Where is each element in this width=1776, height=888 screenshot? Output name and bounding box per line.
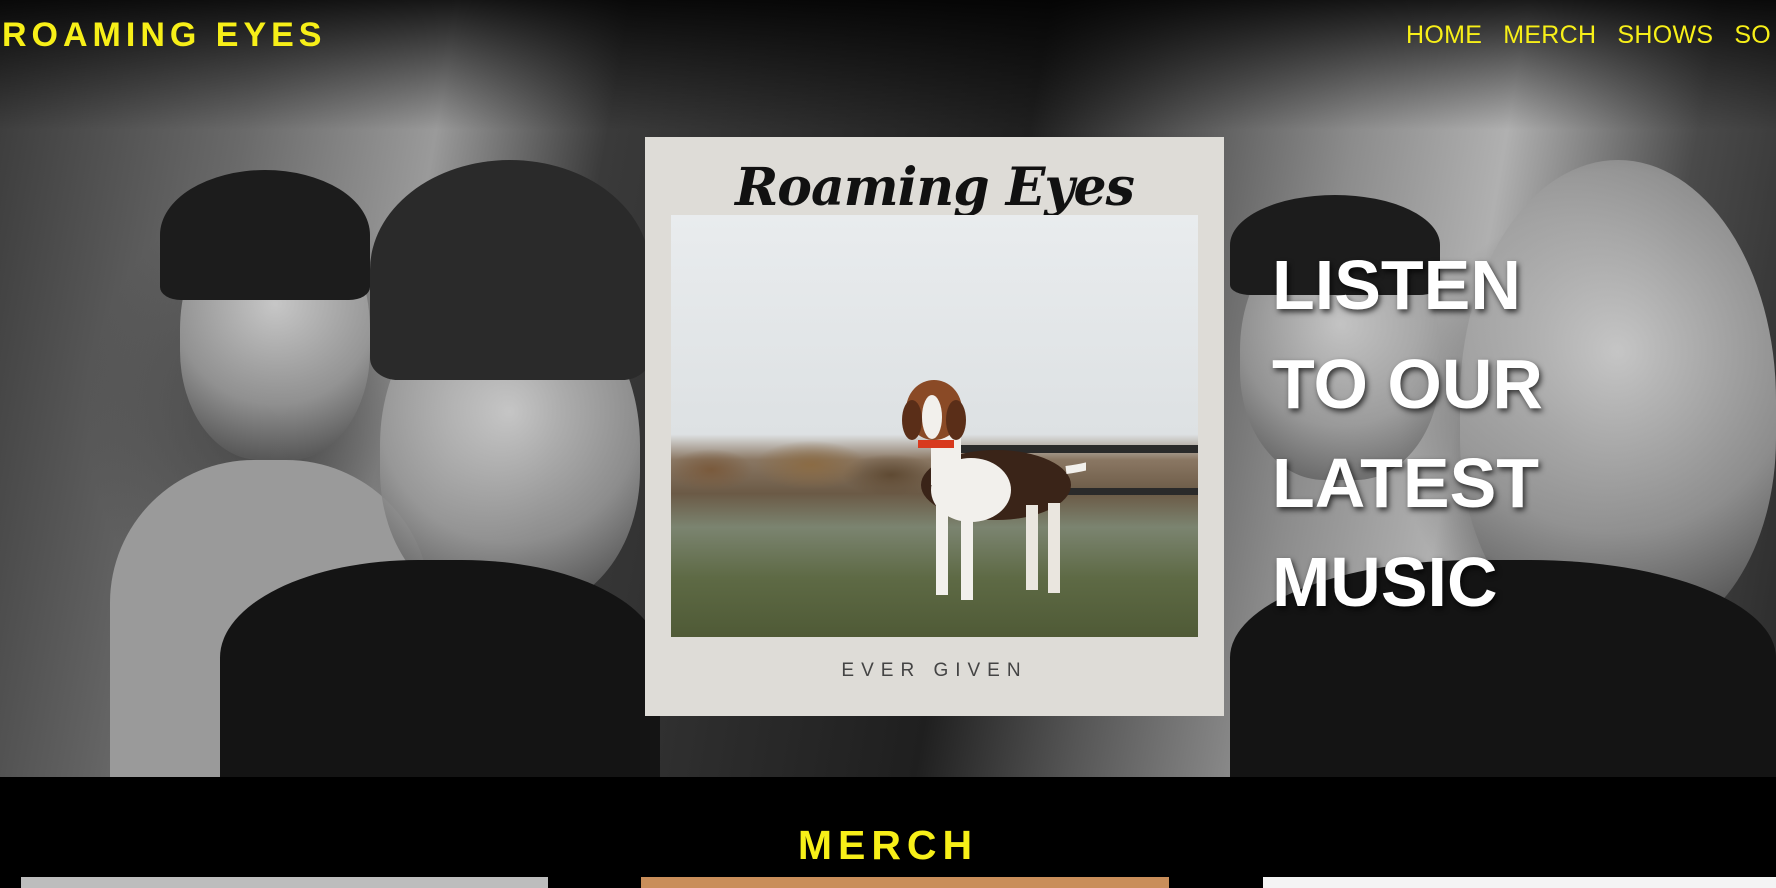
album-photo xyxy=(671,215,1198,637)
nav-social[interactable]: SO xyxy=(1734,21,1771,50)
hero-section: Roaming Eyes EVER GIVEN LISTEN TO OUR LA… xyxy=(0,0,1776,777)
album-title: EVER GIVEN xyxy=(841,660,1028,681)
nav-home[interactable]: HOME xyxy=(1406,21,1482,50)
brand-logo[interactable]: ROAMING EYES xyxy=(2,16,326,55)
merch-item-3[interactable] xyxy=(1263,877,1776,888)
headline-line-1: LISTEN xyxy=(1272,246,1521,324)
merch-item-1[interactable] xyxy=(21,877,548,888)
band-member-cap xyxy=(370,160,650,380)
headline-line-3: LATEST xyxy=(1272,444,1540,522)
band-member-beanie xyxy=(160,170,370,300)
band-member-body-2 xyxy=(220,560,660,777)
merch-item-2[interactable] xyxy=(641,877,1169,888)
headline-line-4: MUSIC xyxy=(1272,543,1498,621)
dog-illustration xyxy=(902,380,1086,600)
headline-line-2: TO OUR xyxy=(1272,345,1543,423)
merch-heading: MERCH xyxy=(797,822,979,868)
nav-shows[interactable]: SHOWS xyxy=(1617,21,1713,50)
album-cover[interactable]: Roaming Eyes EVER GIVEN xyxy=(645,137,1224,716)
album-logo: Roaming Eyes xyxy=(735,157,1135,218)
nav-merch[interactable]: MERCH xyxy=(1503,21,1596,50)
hero-headline: LISTEN TO OUR LATEST MUSIC xyxy=(1272,236,1632,632)
main-nav: HOME MERCH SHOWS SO xyxy=(1406,21,1771,50)
